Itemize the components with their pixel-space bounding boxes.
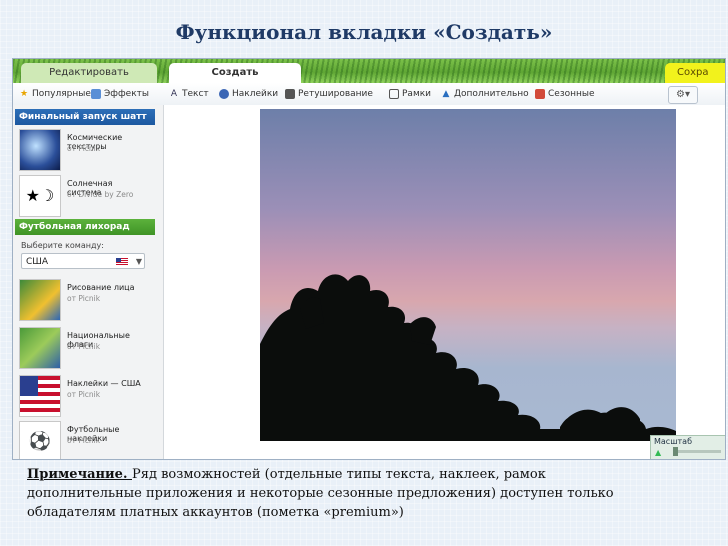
chevron-down-icon: ▼ — [135, 257, 142, 266]
toolbar-popular[interactable]: ★ Популярные — [19, 87, 91, 101]
effects-icon — [91, 89, 101, 99]
create-toolbar: ★ Популярные Эффекты A Текст Наклейки Ре… — [13, 83, 725, 106]
thumbnail: ⚽ — [19, 421, 61, 459]
thumbnail — [19, 375, 61, 417]
tab-save[interactable]: Сохра — [665, 63, 725, 83]
team-label: Выберите команду: — [21, 241, 104, 250]
zoom-slider-handle[interactable] — [673, 447, 678, 456]
panel-header-shuttle[interactable]: Финальный запуск шатт — [15, 109, 155, 125]
note-line-3: обладателям платных аккаунтов (пометка «… — [27, 505, 404, 520]
more-icon: ▲ — [442, 89, 450, 99]
list-item[interactable]: ★☽ Солнечная система от Divide by Zero — [19, 173, 149, 217]
left-panel: Финальный запуск шатт Космические тексту… — [13, 105, 164, 459]
sunset-photo[interactable] — [260, 109, 676, 441]
tab-edit[interactable]: Редактировать — [21, 63, 157, 83]
mountain-icon: ▲ — [655, 448, 662, 457]
list-item[interactable]: Рисование лица от Picnik — [19, 277, 149, 321]
toolbar-text[interactable]: A Текст — [169, 87, 209, 101]
note-line-1: Ряд возможностей (отдельные типы текста,… — [132, 467, 546, 482]
frame-icon — [389, 89, 399, 99]
app-screenshot: Редактировать Создать Сохра ★ Популярные… — [12, 58, 726, 460]
zoom-label: Масштаб — [654, 437, 693, 446]
calendar-icon — [535, 89, 545, 99]
tree-silhouette — [260, 274, 676, 441]
gear-icon[interactable]: ⚙▾ — [668, 86, 698, 104]
toolbar-frames[interactable]: Рамки — [389, 87, 431, 101]
toolbar-stickers[interactable]: Наклейки — [219, 87, 278, 101]
note-line-2: дополнительные приложения и некоторые се… — [27, 486, 614, 501]
panel-header-football[interactable]: Футбольная лихорад — [15, 219, 155, 235]
toolbar-seasonal[interactable]: Сезонные — [535, 87, 595, 101]
tab-bar: Редактировать Создать Сохра — [13, 59, 725, 83]
footer-note: Примечание. Ряд возможностей (отдельные … — [27, 465, 717, 522]
thumbnail: ★☽ — [19, 175, 61, 217]
toolbar-retouch[interactable]: Ретуширование — [285, 87, 373, 101]
thumbnail — [19, 129, 61, 171]
note-label: Примечание. — [27, 467, 132, 482]
retouch-icon — [285, 89, 295, 99]
sticker-icon — [219, 89, 229, 99]
zoom-track[interactable] — [673, 450, 721, 453]
tab-create[interactable]: Создать — [169, 63, 301, 83]
slide-title: Функционал вкладки «Создать» — [175, 20, 553, 44]
team-select[interactable]: США ▼ — [21, 253, 145, 269]
text-icon: A — [170, 89, 178, 99]
flag-icon — [116, 258, 128, 266]
list-item[interactable]: ⚽ Футбольные наклейки от Picnik — [19, 419, 149, 459]
toolbar-effects[interactable]: Эффекты — [91, 87, 149, 101]
star-icon: ★ — [19, 89, 29, 99]
list-item[interactable]: Национальные флаги от Picnik — [19, 325, 149, 369]
list-item[interactable]: Наклейки — США от Picnik — [19, 373, 149, 417]
thumbnail — [19, 279, 61, 321]
thumbnail — [19, 327, 61, 369]
list-item[interactable]: Космические текстуры от Picnik — [19, 127, 149, 171]
zoom-control[interactable]: Масштаб ▲ — [650, 435, 725, 459]
toolbar-more[interactable]: ▲ Дополнительно — [441, 87, 529, 101]
photo-canvas: Масштаб ▲ — [164, 105, 725, 459]
